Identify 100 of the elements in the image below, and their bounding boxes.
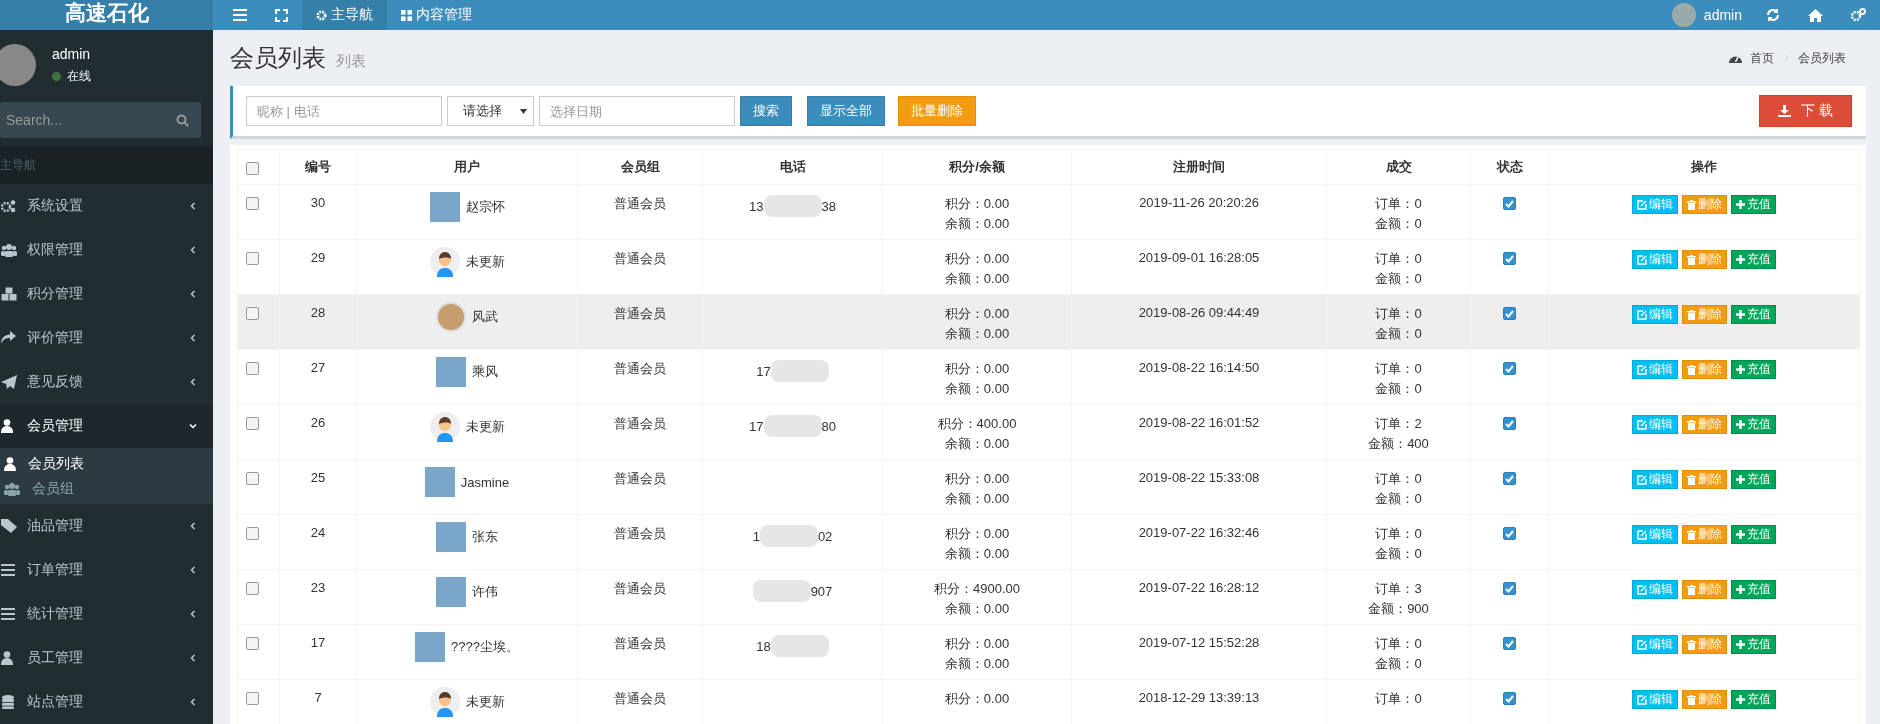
action-button[interactable]: 编辑	[1632, 195, 1678, 214]
trash-icon	[1687, 694, 1696, 705]
sidebar-item[interactable]: 评价管理	[0, 316, 213, 360]
photo-placeholder	[436, 357, 466, 387]
action-button[interactable]: 充值	[1731, 305, 1776, 324]
action-button[interactable]: 编辑	[1632, 525, 1678, 544]
status-checkbox[interactable]	[1503, 472, 1516, 486]
plus-icon	[1736, 420, 1745, 429]
row-checkbox[interactable]	[246, 252, 259, 266]
row-checkbox[interactable]	[246, 417, 259, 431]
submenu-item[interactable]: 会员列表	[0, 451, 213, 476]
action-button[interactable]: 编辑	[1632, 360, 1678, 379]
sidebar-item[interactable]: 权限管理	[0, 228, 213, 272]
action-button[interactable]: 充值	[1731, 635, 1776, 654]
row-checkbox[interactable]	[246, 692, 259, 706]
action-button[interactable]: 删除	[1682, 360, 1727, 379]
action-button[interactable]: 充值	[1731, 525, 1776, 544]
status-checkbox[interactable]	[1503, 527, 1516, 541]
status-checkbox[interactable]	[1503, 582, 1516, 596]
sidebar-item[interactable]: 订单管理	[0, 548, 213, 592]
action-button[interactable]: 删除	[1682, 415, 1727, 434]
action-button[interactable]: 删除	[1682, 690, 1727, 709]
action-button[interactable]: 充值	[1731, 580, 1776, 599]
time-cell: 2019-09-01 16:28:05	[1071, 239, 1327, 295]
blurred-redaction	[763, 195, 822, 217]
sidebar-item[interactable]: 站点管理	[0, 680, 213, 724]
user-name[interactable]: admin	[1703, 7, 1742, 23]
blurred-redaction	[752, 580, 811, 602]
tag-icon	[1, 519, 17, 533]
sidebar-item[interactable]: 员工管理	[0, 636, 213, 680]
action-button[interactable]: 编辑	[1632, 415, 1678, 434]
status-checkbox[interactable]	[1503, 417, 1516, 431]
action-button[interactable]: 充值	[1731, 690, 1776, 709]
row-checkbox[interactable]	[246, 307, 259, 321]
row-checkbox[interactable]	[246, 637, 259, 651]
group-cell: 普通会员	[577, 459, 703, 515]
sidebar-item[interactable]: 油品管理	[0, 504, 213, 548]
plus-icon	[1736, 695, 1745, 704]
action-button[interactable]: 编辑	[1632, 690, 1678, 709]
action-button[interactable]: 删除	[1682, 525, 1727, 544]
action-button[interactable]: 编辑	[1632, 305, 1678, 324]
plus-icon	[1736, 255, 1745, 264]
action-button[interactable]: 充值	[1731, 250, 1776, 269]
breadcrumb-item[interactable]: 首页	[1750, 49, 1774, 67]
group-select[interactable]: 请选择	[447, 96, 534, 126]
plus-icon	[1736, 585, 1745, 594]
status-checkbox[interactable]	[1503, 252, 1516, 266]
date-field[interactable]: 选择日期	[539, 96, 735, 126]
status-checkbox[interactable]	[1503, 692, 1516, 706]
action-button[interactable]: 删除	[1682, 635, 1727, 654]
action-button[interactable]: 编辑	[1632, 470, 1678, 489]
row-checkbox[interactable]	[246, 472, 259, 486]
action-button[interactable]: 删除	[1682, 250, 1727, 269]
row-checkbox[interactable]	[246, 527, 259, 541]
keyword-field[interactable]: 昵称 | 电话	[246, 96, 442, 126]
status-checkbox[interactable]	[1503, 197, 1516, 211]
filter-button[interactable]: 批量删除	[898, 96, 976, 126]
action-button[interactable]: 编辑	[1632, 580, 1678, 599]
user-name: admin	[52, 45, 91, 62]
action-button[interactable]: 充值	[1731, 415, 1776, 434]
select-all-checkbox[interactable]	[246, 161, 259, 175]
status-checkbox[interactable]	[1503, 362, 1516, 376]
phone-text: 13	[749, 198, 764, 214]
user-name: 张东	[472, 528, 498, 546]
submenu-item[interactable]: 会员组	[0, 476, 213, 501]
phone-text: 1	[752, 528, 760, 544]
status-checkbox[interactable]	[1503, 637, 1516, 651]
nav-tab[interactable]: 内容管理	[387, 0, 486, 30]
balance-text: 余额：0.00	[944, 215, 1010, 232]
row-checkbox[interactable]	[246, 362, 259, 376]
sidebar-item[interactable]: 意见反馈	[0, 360, 213, 404]
search-icon	[176, 114, 189, 127]
group-cell: 普通会员	[577, 569, 703, 625]
sidebar-item[interactable]: 系统设置	[0, 184, 213, 228]
filter-button[interactable]: 搜索	[740, 96, 792, 126]
status-checkbox[interactable]	[1503, 307, 1516, 321]
action-button[interactable]: 删除	[1682, 580, 1727, 599]
amount-text: 金额：0	[1375, 325, 1422, 342]
nav-tab[interactable]: 主导航	[302, 0, 387, 30]
orders-text: 订单：0	[1375, 195, 1422, 212]
time-cell: 2019-08-22 16:14:50	[1071, 349, 1327, 405]
action-button[interactable]: 删除	[1682, 470, 1727, 489]
action-button[interactable]: 删除	[1682, 195, 1727, 214]
filter-button[interactable]: 显示全部	[807, 96, 885, 126]
action-button[interactable]: 充值	[1731, 470, 1776, 489]
download-button[interactable]: 下 载	[1759, 95, 1852, 127]
sidebar-item[interactable]: 积分管理	[0, 272, 213, 316]
phone-text: 17	[749, 418, 764, 434]
action-button[interactable]: 充值	[1731, 195, 1776, 214]
row-checkbox[interactable]	[246, 582, 259, 596]
action-button[interactable]: 编辑	[1632, 635, 1678, 654]
share-icon	[1, 331, 17, 345]
action-button[interactable]: 删除	[1682, 305, 1727, 324]
row-checkbox[interactable]	[246, 197, 259, 211]
action-button[interactable]: 充值	[1731, 360, 1776, 379]
action-button[interactable]: 编辑	[1632, 250, 1678, 269]
sidebar-item[interactable]: 会员管理	[0, 404, 213, 448]
blurred-redaction	[759, 525, 818, 547]
search-field[interactable]: Search...	[0, 102, 201, 138]
sidebar-item[interactable]: 统计管理	[0, 592, 213, 636]
